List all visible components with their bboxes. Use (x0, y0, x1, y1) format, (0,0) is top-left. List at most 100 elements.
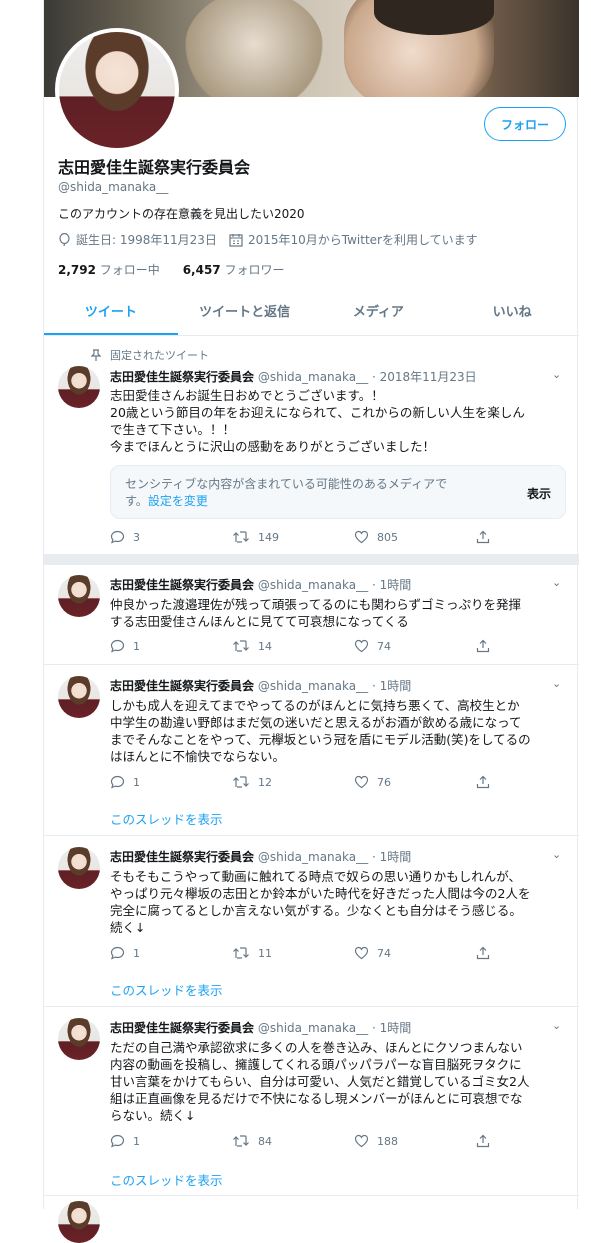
reply-button[interactable]: 1 (110, 775, 140, 789)
reply-count: 1 (133, 775, 140, 789)
profile-avatar[interactable] (55, 28, 179, 152)
following-label[interactable]: フォロー中 (100, 263, 160, 277)
share-icon (476, 1134, 490, 1148)
reply-icon (110, 639, 125, 653)
tweet-header: 志田愛佳生誕祭実行委員会 @shida_manaka__ · 1時間 (110, 576, 411, 593)
avatar[interactable] (58, 1018, 100, 1060)
like-button[interactable]: 805 (354, 530, 398, 544)
retweet-button[interactable]: 149 (232, 530, 279, 544)
like-button[interactable]: 74 (354, 946, 391, 960)
profile-counts: 2,792 フォロー中 6,457 フォロワー (58, 261, 285, 278)
profile-handle: @shida_manaka__ (58, 180, 169, 194)
like-count: 76 (377, 775, 391, 789)
tweet-author-handle[interactable]: @shida_manaka__ (258, 370, 368, 384)
like-count: 805 (377, 530, 398, 544)
heart-icon (354, 639, 369, 653)
tweet-timestamp[interactable]: · 1時間 (372, 679, 411, 693)
tweet-author-name[interactable]: 志田愛佳生誕祭実行委員会 (110, 370, 254, 384)
followers-label[interactable]: フォロワー (225, 263, 285, 277)
tweet-line: 内容の動画を投稿し、擁護してくれる頭パッパラパーな盲目脳死ヲタクに (110, 1057, 522, 1072)
tweet-line: しかも成人を迎えてまでやってるのがほんとに気持ち悪くて、高校生とか (110, 698, 520, 713)
sensitive-media-notice: センシティブな内容が含まれている可能性のあるメディアで す。設定を変更 表示 (110, 465, 566, 519)
tab-media[interactable]: メディア (312, 292, 446, 335)
tweet-line: 続く↓ (110, 920, 146, 935)
change-settings-link[interactable]: 設定を変更 (148, 494, 208, 508)
profile-joined: 2015年10月からTwitterを利用しています (247, 233, 478, 247)
tweet-timestamp[interactable]: · 1時間 (372, 1021, 411, 1035)
reply-icon (110, 1134, 125, 1148)
chevron-down-icon[interactable]: ⌄ (552, 1019, 561, 1032)
chevron-down-icon[interactable]: ⌄ (552, 368, 561, 381)
tweet[interactable]: 志田愛佳生誕祭実行委員会 @shida_manaka__ · 1時間 ⌄ そもそ… (44, 837, 579, 1007)
tweet-author-name[interactable]: 志田愛佳生誕祭実行委員会 (110, 1021, 254, 1035)
tweet[interactable]: 志田愛佳生誕祭実行委員会 @shida_manaka__ · 1時間 ⌄ 仲良か… (44, 565, 579, 665)
heart-icon (354, 1134, 369, 1148)
follow-button[interactable]: フォロー (484, 107, 566, 141)
heart-icon (354, 946, 369, 960)
tweet-author-handle[interactable]: @shida_manaka__ (258, 1021, 368, 1035)
tweet[interactable]: 志田愛佳生誕祭実行委員会 @shida_manaka__ · 1時間 ⌄ しかも… (44, 666, 579, 836)
tab-likes[interactable]: いいね (445, 292, 579, 335)
tweet-header: 志田愛佳生誕祭実行委員会 @shida_manaka__ · 1時間 (110, 677, 411, 694)
tweet-author-name[interactable]: 志田愛佳生誕祭実行委員会 (110, 679, 254, 693)
pinned-tweet[interactable]: 固定されたツイート 志田愛佳生誕祭実行委員会 @shida_manaka__ ·… (44, 337, 579, 555)
reply-button[interactable]: 1 (110, 1134, 140, 1148)
retweet-button[interactable]: 12 (232, 775, 272, 789)
chevron-down-icon[interactable]: ⌄ (552, 677, 561, 690)
tweet-author-handle[interactable]: @shida_manaka__ (258, 578, 368, 592)
tweet-line: 志田愛佳さんお誕生日おめでとうございます。！ (110, 388, 384, 403)
tweet-line: 20歳という節目の年をお迎えになられて、これからの新しい人生を楽しん (110, 405, 525, 420)
tweet-timestamp[interactable]: · 1時間 (372, 578, 411, 592)
reply-button[interactable]: 3 (110, 530, 140, 544)
share-button[interactable] (476, 946, 490, 960)
chevron-down-icon[interactable]: ⌄ (552, 576, 561, 589)
tweet-author-handle[interactable]: @shida_manaka__ (258, 850, 368, 864)
followers-count[interactable]: 6,457 (183, 263, 221, 277)
show-thread-link[interactable]: このスレッドを表示 (110, 1170, 223, 1189)
tweet[interactable]: 志田愛佳生誕祭実行委員会 @shida_manaka__ · 1時間 ⌄ ただの… (44, 1008, 579, 1196)
share-icon (476, 530, 490, 544)
show-thread-link[interactable]: このスレッドを表示 (110, 809, 223, 828)
tweet-timestamp[interactable]: · 2018年11月23日 (372, 370, 477, 384)
avatar[interactable] (58, 575, 100, 617)
following-count[interactable]: 2,792 (58, 263, 96, 277)
share-button[interactable] (476, 530, 490, 544)
tweet-line: で生きて下さい。！！ (110, 422, 236, 437)
show-thread-link[interactable]: このスレッドを表示 (110, 980, 223, 999)
reply-count: 1 (133, 946, 140, 960)
avatar[interactable] (58, 366, 100, 408)
avatar[interactable] (58, 847, 100, 889)
share-button[interactable] (476, 775, 490, 789)
like-button[interactable]: 76 (354, 775, 391, 789)
retweet-button[interactable]: 11 (232, 946, 272, 960)
like-button[interactable]: 188 (354, 1134, 398, 1148)
avatar[interactable] (58, 676, 100, 718)
tweet-timestamp[interactable]: · 1時間 (372, 850, 411, 864)
chevron-down-icon[interactable]: ⌄ (552, 848, 561, 861)
retweet-button[interactable]: 14 (232, 639, 272, 653)
avatar[interactable] (58, 1201, 100, 1243)
tweet-actions: 1 12 76 (110, 775, 530, 791)
retweet-button[interactable]: 84 (232, 1134, 272, 1148)
reply-count: 3 (133, 530, 140, 544)
retweet-count: 149 (258, 530, 279, 544)
reply-button[interactable]: 1 (110, 946, 140, 960)
show-media-button[interactable]: 表示 (527, 485, 551, 502)
reply-button[interactable]: 1 (110, 639, 140, 653)
tweet-author-handle[interactable]: @shida_manaka__ (258, 679, 368, 693)
tab-tweets-and-replies[interactable]: ツイートと返信 (178, 292, 312, 335)
share-icon (476, 775, 490, 789)
retweet-count: 84 (258, 1134, 272, 1148)
tweet-line: はほんとに不愉快でならない。 (110, 749, 286, 764)
tweet-line: 仲良かった渡邉理佐が残って頑張ってるのにも関わらずゴミっぷりを発揮 (110, 597, 522, 612)
tweet-author-name[interactable]: 志田愛佳生誕祭実行委員会 (110, 850, 254, 864)
share-button[interactable] (476, 1134, 490, 1148)
share-icon (476, 639, 490, 653)
tweet-header: 志田愛佳生誕祭実行委員会 @shida_manaka__ · 2018年11月2… (110, 368, 477, 385)
like-button[interactable]: 74 (354, 639, 391, 653)
retweet-icon (233, 1135, 249, 1147)
profile-display-name: 志田愛佳生誕祭実行委員会 (58, 158, 251, 177)
tab-tweets[interactable]: ツイート (44, 292, 178, 335)
tweet-author-name[interactable]: 志田愛佳生誕祭実行委員会 (110, 578, 254, 592)
share-button[interactable] (476, 639, 490, 653)
